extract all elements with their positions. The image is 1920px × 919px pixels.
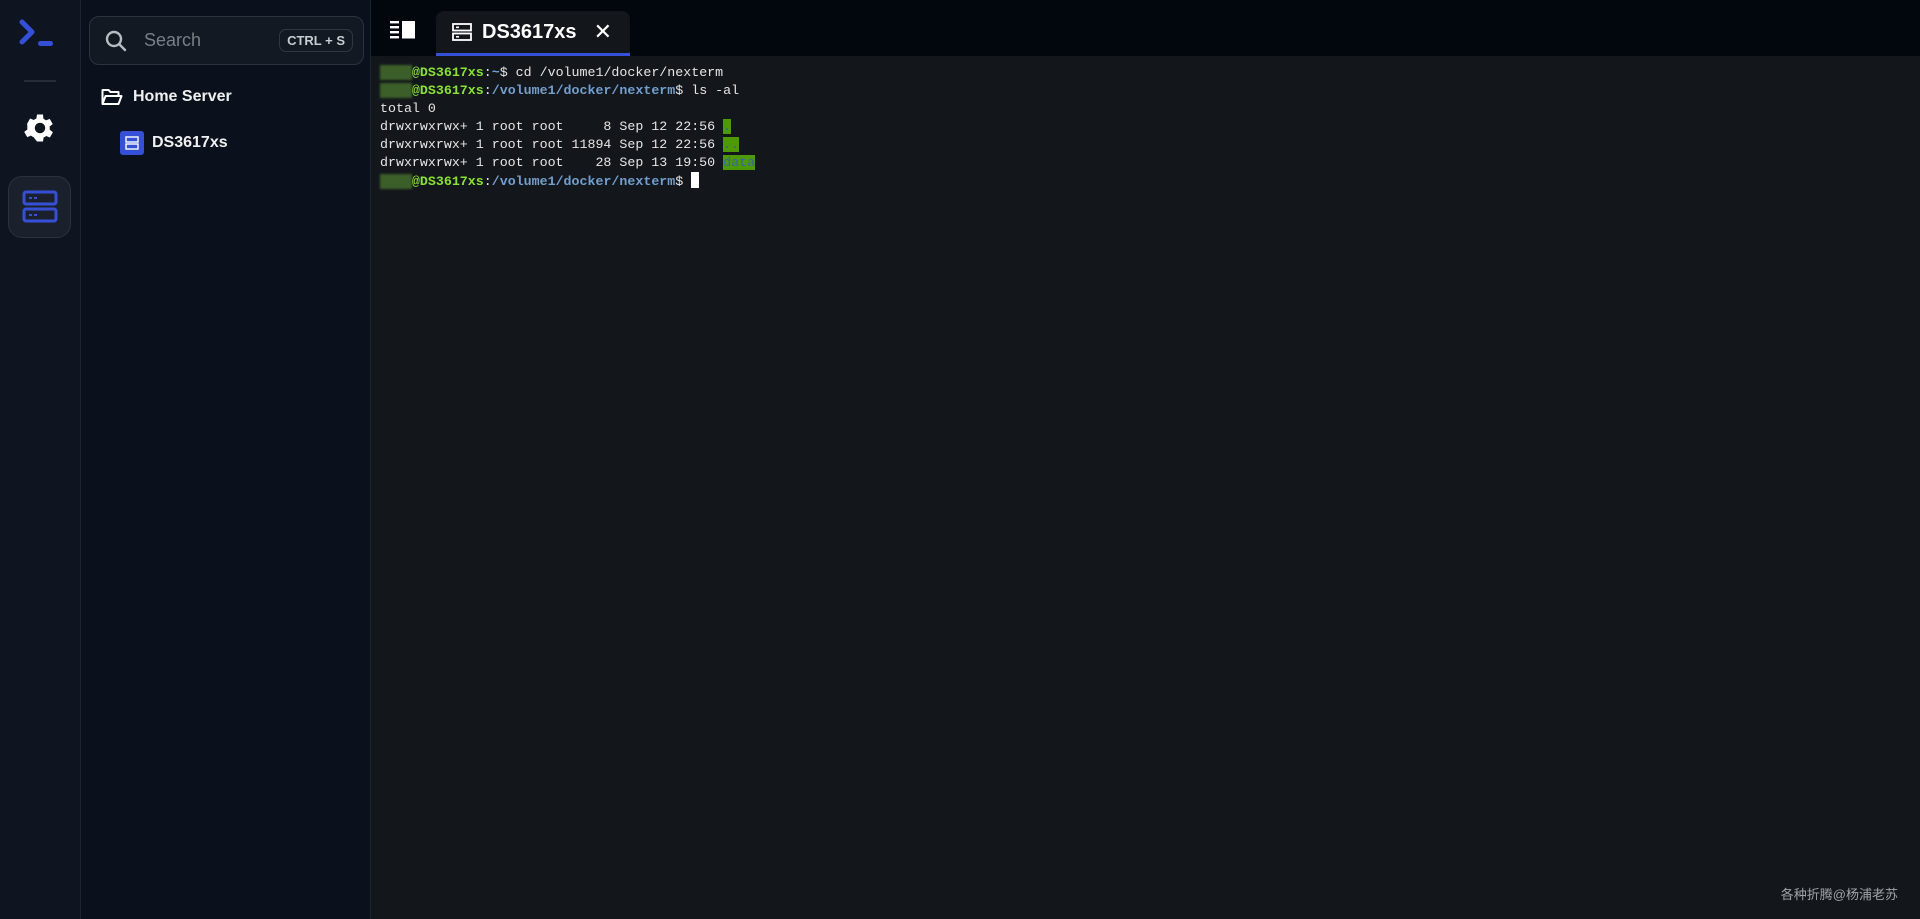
nav-rail <box>0 0 81 919</box>
dir-name: data <box>723 155 756 170</box>
terminal-cursor <box>691 172 700 188</box>
dir-name: .. <box>723 137 740 152</box>
prompt-path: /volume1/docker/nexterm <box>491 174 676 189</box>
terminal-line: drwxrwxrwx+ 1 root root 11894 Sep 12 22:… <box>380 136 755 154</box>
watermark: 各种折腾@杨浦老苏 <box>1780 887 1898 902</box>
terminal-output[interactable]: xxxx@DS3617xs:~$ cd /volume1/docker/next… <box>380 64 756 191</box>
main-area: DS3617xs ✕ xxxx@DS3617xs:~$ cd /volume1/… <box>371 0 1920 919</box>
server-icon <box>22 190 57 223</box>
search-shortcut-badge: CTRL + S <box>279 29 353 52</box>
terminal-line: total 0 <box>380 101 436 116</box>
ls-entry: drwxrwxrwx+ 1 root root 11894 Sep 12 22:… <box>380 137 724 152</box>
prompt-path: ~ <box>491 65 500 80</box>
server-sidebar: CTRL + S Home Server DS3617xs <box>81 0 371 919</box>
close-icon[interactable]: ✕ <box>594 19 612 45</box>
ls-entry: drwxrwxrwx+ 1 root root 8 Sep 12 22:56 <box>380 119 724 134</box>
prompt-host: @DS3617xs <box>411 83 484 98</box>
command: $ <box>675 174 692 189</box>
prompt-host: @DS3617xs <box>411 174 484 189</box>
folder-open-icon <box>101 89 123 105</box>
folder-label: Home Server <box>133 88 232 105</box>
prompt-host: @DS3617xs <box>411 65 484 80</box>
tab-bar: DS3617xs ✕ <box>371 0 1920 56</box>
servers-button[interactable] <box>8 176 71 238</box>
terminal-line: xxxx@DS3617xs:~$ cd /volume1/docker/next… <box>380 65 724 80</box>
dir-name: . <box>723 119 732 134</box>
terminal-line: drwxrwxrwx+ 1 root root 28 Sep 13 19:50 … <box>380 154 756 172</box>
folder-home-server[interactable]: Home Server <box>101 88 232 106</box>
search-input[interactable] <box>144 30 264 51</box>
sidebar-toggle-icon[interactable] <box>390 20 418 40</box>
terminal-line: drwxrwxrwx+ 1 root root 8 Sep 12 22:56 . <box>380 118 755 136</box>
server-icon <box>452 23 472 41</box>
search-box[interactable]: CTRL + S <box>89 16 364 65</box>
search-icon <box>105 30 127 51</box>
server-icon <box>120 131 144 155</box>
terminal-logo-icon[interactable] <box>18 18 58 48</box>
server-label: DS3617xs <box>152 134 228 151</box>
command: $ cd /volume1/docker/nexterm <box>499 65 724 80</box>
ls-entry: drwxrwxrwx+ 1 root root 28 Sep 13 19:50 <box>380 155 724 170</box>
prompt-path: /volume1/docker/nexterm <box>491 83 676 98</box>
rail-divider <box>24 80 56 82</box>
gear-icon[interactable] <box>22 110 58 146</box>
tab-ds3617xs[interactable]: DS3617xs ✕ <box>436 11 630 56</box>
command: $ ls -al <box>675 83 740 98</box>
terminal-line: xxxx@DS3617xs:/volume1/docker/nexterm$ <box>380 172 755 191</box>
terminal-line: xxxx@DS3617xs:/volume1/docker/nexterm$ l… <box>380 83 740 98</box>
tab-label: DS3617xs <box>482 20 577 43</box>
server-item-ds3617xs[interactable]: DS3617xs <box>120 131 228 155</box>
